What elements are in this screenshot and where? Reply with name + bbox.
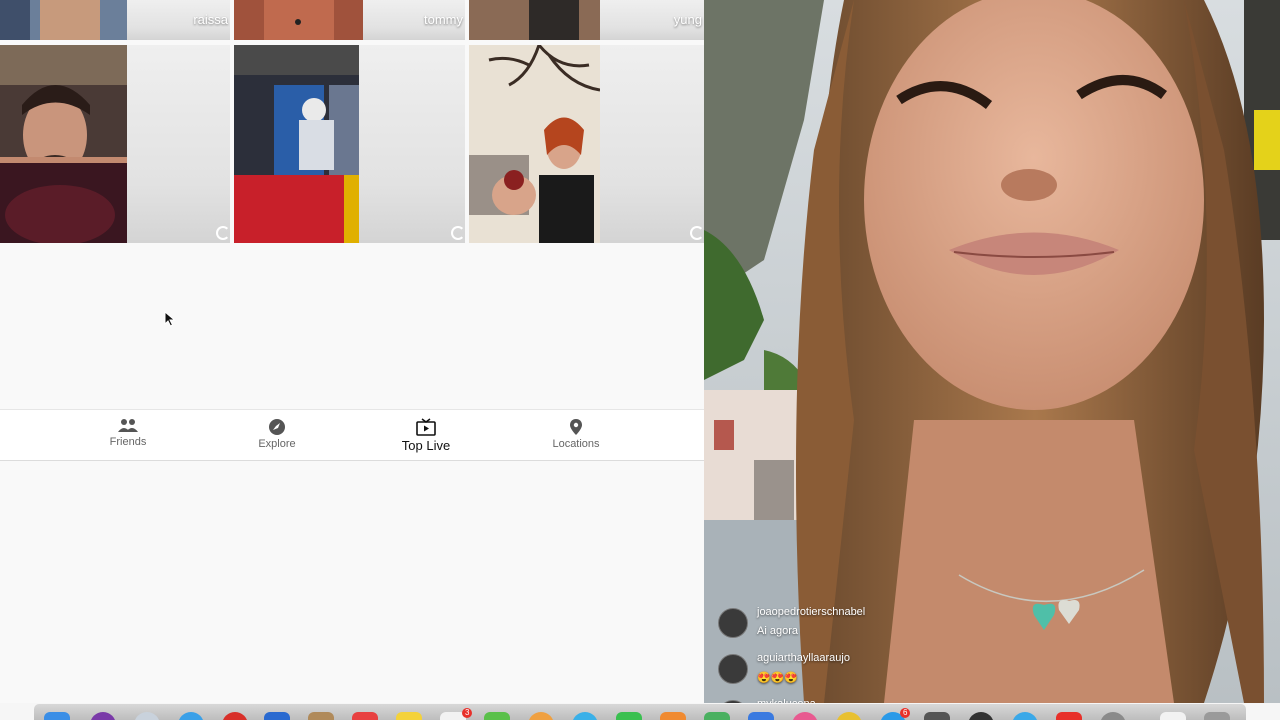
siri-icon[interactable]: [90, 712, 116, 720]
facetime-icon[interactable]: [616, 712, 642, 720]
maps-icon[interactable]: [484, 712, 510, 720]
ibooks-icon[interactable]: [836, 712, 862, 720]
nav-label: Locations: [552, 438, 600, 450]
live-tile[interactable]: [234, 45, 465, 243]
live-tile[interactable]: tommy: [234, 0, 465, 40]
messages-icon[interactable]: [572, 712, 598, 720]
comment-username[interactable]: mykalucena: [757, 698, 816, 703]
live-tile[interactable]: raissa: [0, 0, 230, 40]
live-comments: joaopedrotierschnabel Ai agora aguiartha…: [718, 604, 1018, 703]
trash-icon[interactable]: [1204, 712, 1230, 720]
nav-top-live[interactable]: Top Live: [381, 418, 471, 453]
bottom-navigation: Friends Explore Top Live Locations: [0, 409, 704, 461]
nav-locations[interactable]: Locations: [531, 418, 621, 450]
notes-icon[interactable]: [396, 712, 422, 720]
finder-icon[interactable]: [44, 712, 70, 720]
tile-username: tommy: [424, 12, 463, 27]
skype-icon[interactable]: [1012, 712, 1038, 720]
nav-label: Friends: [109, 436, 147, 448]
photos-icon[interactable]: [528, 712, 554, 720]
mouse-cursor-icon: [164, 311, 176, 327]
live-tile[interactable]: yung: [469, 0, 704, 40]
live-thumbnail: [469, 0, 600, 40]
launchpad-icon[interactable]: [134, 712, 160, 720]
chrome-icon[interactable]: [222, 712, 248, 720]
live-thumbnail: [0, 0, 127, 40]
live-grid-row: [0, 45, 704, 243]
contacts-icon[interactable]: [308, 712, 334, 720]
nav-explore[interactable]: Explore: [232, 418, 322, 450]
tv-play-icon: [416, 418, 436, 436]
system-preferences-icon[interactable]: [924, 712, 950, 720]
live-thumbnail: [234, 45, 359, 243]
document-icon[interactable]: [1160, 712, 1186, 720]
dock: 3 6: [34, 704, 1246, 720]
avatar[interactable]: [718, 608, 748, 638]
comment: aguiarthayllaaraujo 😍😍😍: [718, 650, 1018, 696]
calendar-icon[interactable]: [352, 712, 378, 720]
live-grid-row: raissa tommy yung: [0, 0, 704, 40]
safari-icon[interactable]: [178, 712, 204, 720]
tile-username: raissa: [193, 12, 228, 27]
mail-icon[interactable]: [264, 712, 290, 720]
live-browser-app: raissa tommy yung Friends Explore Top Li…: [0, 0, 704, 703]
comment-username[interactable]: joaopedrotierschnabel: [757, 606, 865, 618]
acrobat-icon[interactable]: [1056, 712, 1082, 720]
live-thumbnail: [0, 45, 127, 243]
avatar[interactable]: [718, 654, 748, 684]
comment-username[interactable]: aguiarthayllaaraujo: [757, 652, 850, 664]
comment-text: 😍😍😍: [757, 672, 799, 684]
live-indicator-icon: [216, 226, 230, 240]
live-thumbnail: [234, 0, 363, 40]
live-tile[interactable]: [0, 45, 230, 243]
nav-label: Top Live: [401, 438, 451, 453]
notification-badge: 6: [900, 708, 911, 718]
itunes-icon[interactable]: [792, 712, 818, 720]
numbers-icon[interactable]: [704, 712, 730, 720]
comment: mykalucena: [718, 696, 1018, 703]
comment-text: Ai agora: [757, 625, 798, 637]
live-indicator-icon: [690, 226, 704, 240]
people-icon: [118, 419, 138, 432]
nav-label: Explore: [258, 438, 296, 450]
nav-friends[interactable]: Friends: [83, 418, 173, 448]
location-pin-icon: [570, 419, 582, 435]
tile-username: yung: [673, 12, 702, 27]
compass-icon: [269, 419, 285, 435]
comment: joaopedrotierschnabel Ai agora: [718, 604, 1018, 650]
live-thumbnail: [469, 45, 600, 243]
live-video-frame: [704, 0, 1280, 703]
live-video-player[interactable]: joaopedrotierschnabel Ai agora aguiartha…: [704, 0, 1280, 703]
live-indicator-icon: [451, 226, 465, 240]
preview-icon[interactable]: [1100, 712, 1126, 720]
notification-badge: 3: [462, 708, 473, 718]
avatar[interactable]: [718, 700, 748, 703]
pages-icon[interactable]: [660, 712, 686, 720]
live-tile[interactable]: [469, 45, 704, 243]
keynote-icon[interactable]: [748, 712, 774, 720]
terminal-icon[interactable]: [968, 712, 994, 720]
